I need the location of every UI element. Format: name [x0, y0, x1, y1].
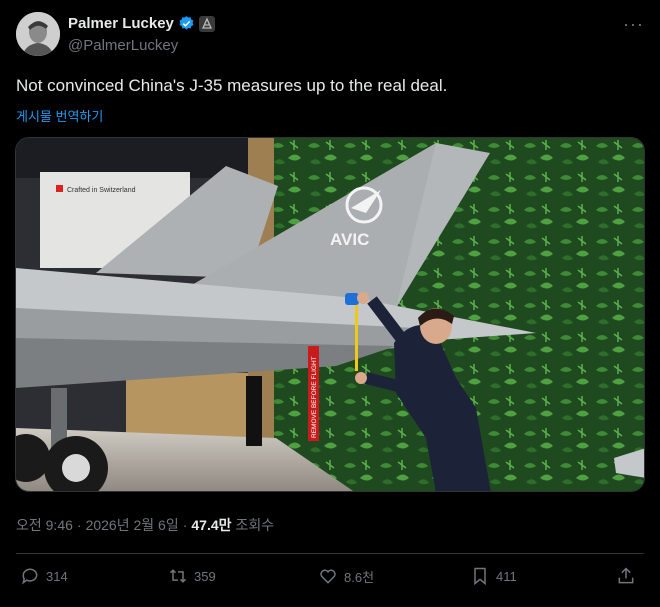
meta-separator: · — [76, 517, 82, 533]
repost-button[interactable]: 359 — [168, 566, 216, 586]
tweet-text: Not convinced China's J-35 measures up t… — [16, 76, 448, 95]
sign-text: Crafted in Switzerland — [67, 187, 136, 194]
reply-icon — [22, 568, 38, 585]
reply-count: 314 — [46, 568, 68, 584]
bookmark-count: 411 — [496, 568, 517, 584]
avatar[interactable] — [16, 12, 60, 56]
tweet-media-image[interactable]: Crafted in Switzerland AVIC REMOVE BEFOR… — [15, 137, 645, 492]
heart-icon — [320, 569, 336, 584]
view-count-label: 조회수 — [235, 517, 275, 533]
tweet-time[interactable]: 오전 9:46 — [16, 515, 73, 535]
reply-button[interactable]: 314 — [20, 566, 68, 586]
affiliate-badge-icon[interactable] — [198, 15, 215, 32]
share-button[interactable] — [616, 566, 636, 586]
meta-separator: · — [182, 517, 188, 533]
tail-logo-text: AVIC — [330, 230, 369, 249]
action-bar: 314 359 8.6천 411 — [16, 566, 644, 594]
translate-post-link[interactable]: 게시물 번역하기 — [16, 106, 103, 125]
author-name[interactable]: Palmer Luckey — [68, 15, 174, 32]
like-button[interactable]: 8.6천 — [318, 566, 374, 586]
author-name-row: Palmer Luckey — [68, 15, 215, 32]
verified-badge-icon — [178, 15, 195, 32]
remove-before-flight-tag: REMOVE BEFORE FLIGHT — [311, 356, 318, 438]
bookmark-icon — [474, 567, 486, 586]
repost-icon — [169, 569, 187, 583]
divider — [16, 553, 644, 554]
tweet-meta: 오전 9:46 · 2026년 2월 6일 · 47.4만 조회수 — [16, 515, 274, 535]
like-count: 8.6천 — [344, 569, 375, 585]
share-icon — [618, 567, 634, 584]
repost-count: 359 — [194, 568, 216, 584]
view-count: 47.4만 — [191, 517, 232, 533]
tweet-date[interactable]: 2026년 2월 6일 — [86, 515, 179, 535]
bookmark-button[interactable]: 411 — [470, 566, 517, 586]
author-handle[interactable]: @PalmerLuckey — [68, 37, 178, 54]
more-options-icon[interactable]: ··· — [623, 14, 644, 35]
tweet-header: Palmer Luckey @PalmerLuckey ··· — [16, 12, 644, 58]
